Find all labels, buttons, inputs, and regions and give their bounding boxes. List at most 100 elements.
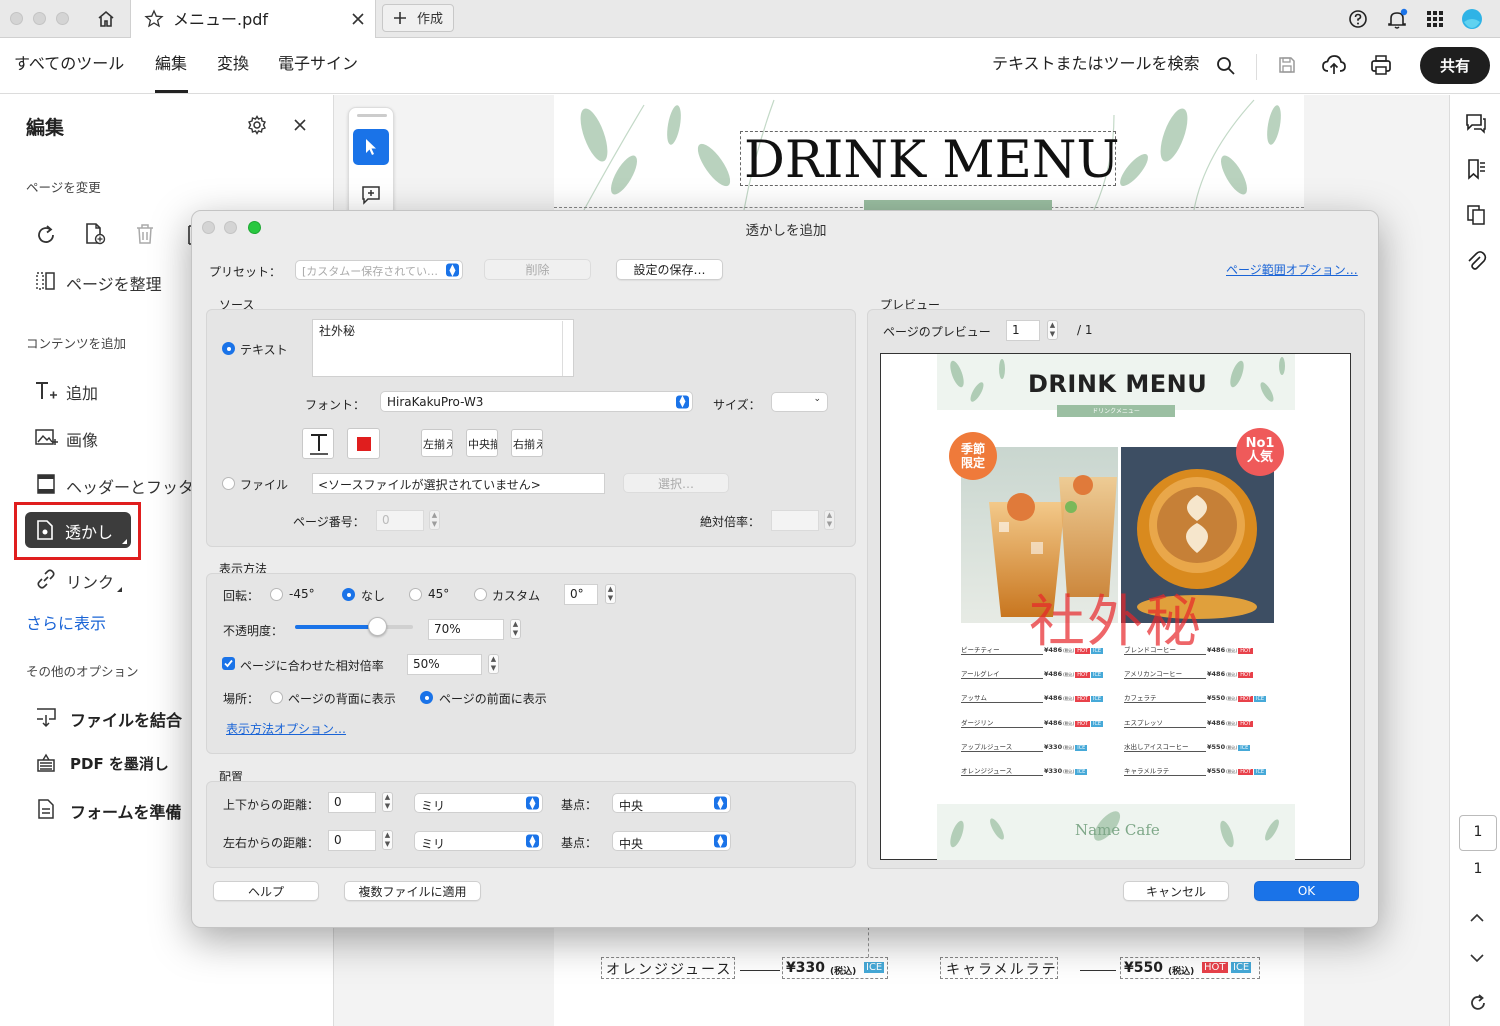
add-comment-icon[interactable]: [359, 183, 383, 207]
attachment-icon[interactable]: [1464, 249, 1488, 273]
opacity-slider-thumb[interactable]: [368, 617, 388, 636]
text-area-scrollbar[interactable]: [562, 321, 563, 376]
ok-button[interactable]: OK: [1254, 881, 1359, 901]
help-icon[interactable]: [1347, 8, 1369, 30]
custom-rotation-stepper[interactable]: ▲ ▼: [605, 584, 616, 604]
add-text-icon[interactable]: [34, 379, 58, 403]
opacity-stepper[interactable]: ▲ ▼: [510, 619, 521, 639]
rotation-none-radio[interactable]: [342, 588, 355, 601]
rotation-45-radio[interactable]: [409, 588, 422, 601]
prepare-form-icon[interactable]: [34, 797, 58, 821]
document-tab[interactable]: メニュー.pdf: [130, 0, 376, 38]
custom-rotation-field[interactable]: 0°: [564, 584, 598, 605]
close-tab-icon[interactable]: [349, 10, 367, 28]
close-panel-icon[interactable]: [292, 117, 308, 133]
add-text-label[interactable]: 追加: [66, 380, 98, 404]
watermark-tool-button[interactable]: 透かし: [25, 512, 131, 548]
page-up-icon[interactable]: [1466, 907, 1488, 929]
font-select[interactable]: HiraKakuPro-W3 ▲ ▼: [380, 391, 693, 412]
window-zoom-light[interactable]: [56, 12, 69, 25]
appearance-options-link[interactable]: 表示方法オプション…: [226, 720, 346, 737]
vertical-unit-select[interactable]: ミリ ▲ ▼: [414, 793, 543, 813]
rotation-custom-radio[interactable]: [474, 588, 487, 601]
page-number-field[interactable]: 0: [376, 510, 424, 531]
combine-files-icon[interactable]: [34, 705, 58, 729]
horizontal-unit-select[interactable]: ミリ ▲ ▼: [414, 831, 543, 851]
apps-grid-icon[interactable]: [1424, 8, 1446, 30]
organize-pages-icon[interactable]: [34, 269, 58, 293]
add-image-icon[interactable]: [34, 426, 58, 450]
comment-icon[interactable]: [1464, 111, 1488, 135]
text-radio[interactable]: [222, 342, 235, 355]
header-footer-icon[interactable]: [34, 472, 58, 496]
relative-scale-stepper[interactable]: ▲ ▼: [488, 654, 499, 674]
tool-search-label[interactable]: テキストまたはツールを検索: [992, 50, 1200, 74]
add-image-label[interactable]: 画像: [66, 427, 98, 451]
print-icon[interactable]: [1369, 53, 1393, 77]
header-footer-label[interactable]: ヘッダーとフッタ: [66, 474, 194, 498]
select-tool-button[interactable]: [353, 129, 389, 165]
cancel-button[interactable]: キャンセル: [1123, 881, 1229, 901]
cloud-upload-icon[interactable]: [1321, 52, 1347, 78]
drag-handle[interactable]: [357, 114, 387, 117]
window-close-light[interactable]: [10, 12, 23, 25]
user-avatar[interactable]: [1461, 8, 1483, 30]
menu-all-tools[interactable]: すべてのツール: [14, 50, 124, 74]
settings-gear-icon[interactable]: [246, 114, 268, 136]
link-icon[interactable]: [34, 567, 58, 591]
preview-page-field[interactable]: 1: [1006, 320, 1040, 341]
refresh-icon[interactable]: [1466, 991, 1490, 1015]
window-minimize-light[interactable]: [33, 12, 46, 25]
save-settings-button[interactable]: 設定の保存…: [616, 259, 723, 280]
align-center-button[interactable]: 中央揃え: [466, 429, 498, 457]
share-button[interactable]: 共有: [1420, 47, 1490, 84]
opacity-field[interactable]: 70%: [428, 619, 504, 640]
search-icon[interactable]: [1215, 55, 1237, 77]
menu-convert[interactable]: 変換: [217, 50, 249, 74]
vertical-anchor-select[interactable]: 中央 ▲ ▼: [612, 793, 731, 813]
create-button[interactable]: 作成: [382, 4, 454, 32]
delete-page-icon[interactable]: [133, 222, 157, 246]
rotate-icon[interactable]: [34, 223, 58, 247]
organize-pages-label[interactable]: ページを整理: [66, 271, 162, 295]
file-radio[interactable]: [222, 477, 235, 490]
delete-button[interactable]: 削除: [484, 259, 591, 280]
page-number-stepper[interactable]: ▲ ▼: [429, 510, 440, 530]
horizontal-anchor-select[interactable]: 中央 ▲ ▼: [612, 831, 731, 851]
page-range-options-link[interactable]: ページ範囲オプション…: [1226, 261, 1358, 278]
choose-file-button[interactable]: 選択…: [623, 473, 729, 493]
insert-page-icon[interactable]: [83, 222, 107, 246]
align-right-button[interactable]: 右揃え: [511, 429, 543, 457]
absolute-scale-stepper[interactable]: ▲ ▼: [824, 510, 835, 530]
redact-pdf-label[interactable]: PDF を墨消し: [70, 753, 169, 774]
horizontal-distance-stepper[interactable]: ▲ ▼: [382, 830, 393, 850]
horizontal-distance-field[interactable]: 0: [328, 830, 376, 851]
vertical-distance-field[interactable]: 0: [328, 792, 376, 813]
relative-scale-checkbox[interactable]: [222, 657, 235, 670]
text-style-button[interactable]: [302, 428, 334, 459]
preview-page-stepper[interactable]: ▲ ▼: [1047, 320, 1058, 340]
link-label[interactable]: リンク: [66, 569, 114, 593]
notification-bell-icon[interactable]: [1385, 7, 1409, 31]
menu-e-sign[interactable]: 電子サイン: [278, 50, 358, 74]
home-icon[interactable]: [95, 8, 117, 30]
watermark-text-area[interactable]: 社外秘: [312, 319, 574, 377]
front-page-radio[interactable]: [420, 691, 433, 704]
show-more-link[interactable]: さらに表示: [26, 610, 106, 634]
redact-icon[interactable]: [34, 751, 58, 775]
preset-select[interactable]: [カスタムー保存されてい… ▲ ▼: [295, 260, 463, 280]
page-down-icon[interactable]: [1466, 947, 1488, 969]
size-select[interactable]: ⌄: [771, 392, 828, 412]
vertical-distance-stepper[interactable]: ▲ ▼: [382, 792, 393, 812]
help-button[interactable]: ヘルプ: [213, 881, 319, 901]
absolute-scale-field[interactable]: [771, 510, 819, 531]
menu-edit[interactable]: 編集: [155, 50, 187, 74]
save-icon[interactable]: [1276, 54, 1298, 76]
combine-files-label[interactable]: ファイルを結合: [70, 707, 182, 731]
text-color-button[interactable]: [347, 428, 380, 459]
apply-multiple-files-button[interactable]: 複数ファイルに適用: [344, 881, 481, 901]
prepare-form-label[interactable]: フォームを準備: [70, 799, 182, 823]
page-number-input[interactable]: 1: [1459, 815, 1497, 851]
behind-page-radio[interactable]: [270, 691, 283, 704]
bookmark-icon[interactable]: [1464, 157, 1488, 181]
